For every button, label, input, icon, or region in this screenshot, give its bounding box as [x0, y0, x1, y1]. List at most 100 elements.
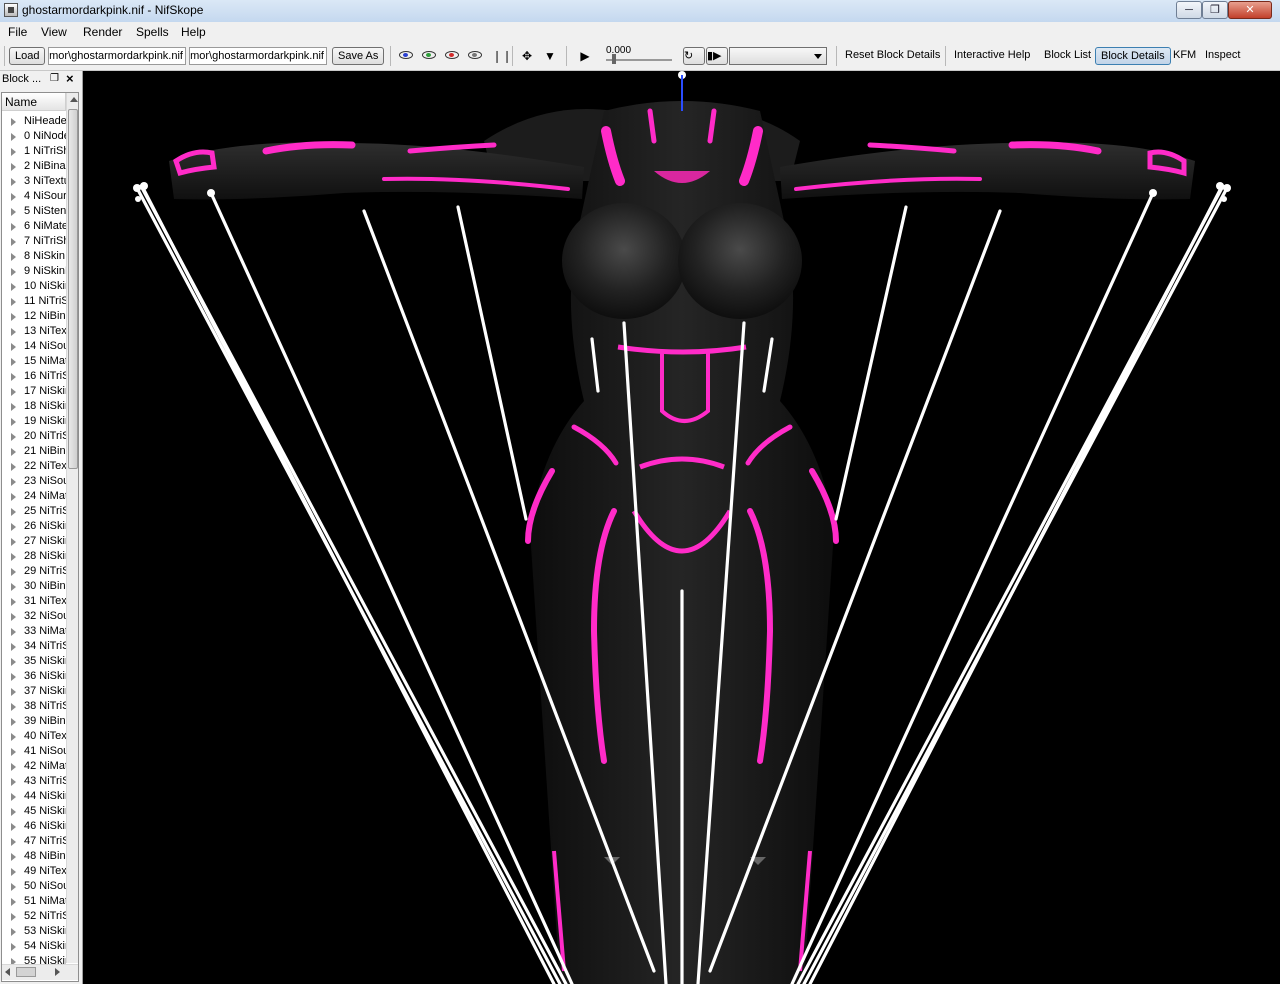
block-tree-row[interactable]: 8 NiSkinInstance	[2, 249, 66, 264]
block-tree-row[interactable]: 41 NiSourceTexture	[2, 744, 66, 759]
block-tree-row[interactable]: 21 NiBinaryExtraData	[2, 444, 66, 459]
block-tree-row[interactable]: 44 NiSkinInstance	[2, 789, 66, 804]
view-user-eye-icon[interactable]	[468, 51, 482, 59]
save-path-input[interactable]: C:\Users\Skyrim\Data\meshes\armor\ghosta…	[189, 47, 327, 65]
inspect-button[interactable]: Inspect	[1205, 49, 1240, 61]
block-tree-row[interactable]: 7 NiTriShape	[2, 234, 66, 249]
block-tree-row[interactable]: 27 NiSkinData	[2, 534, 66, 549]
block-tree-row[interactable]: 20 NiTriShapeData	[2, 429, 66, 444]
block-tree-row[interactable]: 14 NiSourceTexture	[2, 339, 66, 354]
transform-icon[interactable]: ✥	[519, 49, 535, 63]
block-tree-row[interactable]: 28 NiSkinPartition	[2, 549, 66, 564]
block-tree-row[interactable]: 6 NiMaterialProperty	[2, 219, 66, 234]
load-button[interactable]: Load	[9, 47, 46, 65]
float-dock-icon[interactable]: ❐	[50, 73, 59, 84]
animation-select[interactable]	[729, 47, 827, 65]
menu-file[interactable]: File	[8, 25, 27, 39]
block-tree-row[interactable]: 53 NiSkinInstance	[2, 924, 66, 939]
block-tree-row[interactable]: 24 NiMaterialProperty	[2, 489, 66, 504]
vertical-scrollbar[interactable]	[66, 93, 78, 963]
block-tree-row[interactable]: 54 NiSkinData	[2, 939, 66, 954]
interactive-help-button[interactable]: Interactive Help	[954, 49, 1030, 61]
horizontal-scrollbar[interactable]	[2, 964, 78, 980]
block-tree-row[interactable]: NiHeader	[2, 114, 66, 129]
block-tree-row[interactable]: 13 NiTexturingProperty	[2, 324, 66, 339]
block-tree-row[interactable]: 26 NiSkinInstance	[2, 519, 66, 534]
view-side-eye-icon[interactable]	[445, 51, 459, 59]
block-tree-row[interactable]: 0 NiNode	[2, 129, 66, 144]
time-slider-handle[interactable]	[612, 54, 616, 64]
block-tree-row[interactable]: 36 NiSkinData	[2, 669, 66, 684]
block-tree-row[interactable]: 48 NiBinaryExtraData	[2, 849, 66, 864]
block-tree-row[interactable]: 46 NiSkinPartition	[2, 819, 66, 834]
block-tree-row[interactable]: 43 NiTriShape	[2, 774, 66, 789]
toolbar-separator	[512, 46, 513, 66]
block-tree-row[interactable]: 4 NiSourceTexture	[2, 189, 66, 204]
menu-render[interactable]: Render	[83, 25, 122, 39]
block-tree-row[interactable]: 32 NiSourceTexture	[2, 609, 66, 624]
block-details-button[interactable]: Block Details	[1095, 47, 1171, 65]
block-tree-row[interactable]: 40 NiTexturingProperty	[2, 729, 66, 744]
kfm-button[interactable]: KFM	[1173, 49, 1196, 61]
play-icon[interactable]: ▶	[577, 49, 593, 63]
block-tree-row[interactable]: 39 NiBinaryExtraData	[2, 714, 66, 729]
vertical-scroll-thumb[interactable]	[68, 109, 78, 469]
block-tree-row[interactable]: 52 NiTriShape	[2, 909, 66, 924]
block-tree-row[interactable]: 47 NiTriShapeData	[2, 834, 66, 849]
block-tree-row[interactable]: 51 NiMaterialProperty	[2, 894, 66, 909]
block-tree-row[interactable]: 16 NiTriShape	[2, 369, 66, 384]
block-tree-row[interactable]: 49 NiTexturingProperty	[2, 864, 66, 879]
block-tree-row[interactable]: 3 NiTexturingProperty	[2, 174, 66, 189]
block-tree-row[interactable]: 29 NiTriShapeData	[2, 564, 66, 579]
block-tree-row[interactable]: 15 NiMaterialProperty	[2, 354, 66, 369]
block-tree-row[interactable]: 12 NiBinaryExtraData	[2, 309, 66, 324]
load-path-input[interactable]: C:\Users\Skyrim\Data\meshes\armor\ghosta…	[48, 47, 186, 65]
block-tree-row[interactable]: 33 NiMaterialProperty	[2, 624, 66, 639]
block-tree[interactable]: Name NiHeader0 NiNode1 NiTriShape2 NiBin…	[1, 92, 79, 982]
block-tree-row[interactable]: 19 NiSkinPartition	[2, 414, 66, 429]
menu-spells[interactable]: Spells	[136, 25, 169, 39]
column-header-name[interactable]: Name	[2, 93, 66, 111]
block-tree-row[interactable]: 45 NiSkinData	[2, 804, 66, 819]
block-tree-row[interactable]: 38 NiTriShapeData	[2, 699, 66, 714]
horizontal-scroll-thumb[interactable]	[16, 967, 36, 977]
close-dock-icon[interactable]: ×	[66, 71, 74, 86]
block-tree-row[interactable]: 10 NiSkinPartition	[2, 279, 66, 294]
block-tree-row[interactable]: 35 NiSkinInstance	[2, 654, 66, 669]
block-tree-row[interactable]: 31 NiTexturingProperty	[2, 594, 66, 609]
block-tree-row[interactable]: 37 NiSkinPartition	[2, 684, 66, 699]
block-tree-row[interactable]: 1 NiTriShape	[2, 144, 66, 159]
render-viewport[interactable]	[84, 71, 1280, 984]
scroll-right-icon[interactable]	[55, 968, 60, 976]
loop-button[interactable]: ↻	[683, 47, 705, 65]
walk-mode-icon[interactable]: ❘❘	[492, 49, 512, 63]
block-tree-row[interactable]: 11 NiTriShapeData	[2, 294, 66, 309]
block-tree-row[interactable]: 50 NiSourceTexture	[2, 879, 66, 894]
chevron-down-icon[interactable]: ▼	[542, 49, 558, 63]
minimize-button[interactable]: ─	[1176, 1, 1202, 19]
save-as-button[interactable]: Save As	[332, 47, 385, 65]
block-tree-row[interactable]: 18 NiSkinData	[2, 399, 66, 414]
block-tree-row[interactable]: 42 NiMaterialProperty	[2, 759, 66, 774]
view-top-eye-icon[interactable]	[399, 51, 413, 59]
reset-block-details-button[interactable]: Reset Block Details	[845, 49, 940, 61]
block-tree-row[interactable]: 22 NiTexturingProperty	[2, 459, 66, 474]
close-window-button[interactable]: ✕	[1228, 1, 1272, 19]
block-tree-row[interactable]: 30 NiBinaryExtraData	[2, 579, 66, 594]
block-tree-row[interactable]: 34 NiTriShape	[2, 639, 66, 654]
block-tree-row[interactable]: 9 NiSkinData	[2, 264, 66, 279]
menu-view[interactable]: View	[41, 25, 67, 39]
view-front-eye-icon[interactable]	[422, 51, 436, 59]
block-tree-row[interactable]: 2 NiBinaryExtraData	[2, 159, 66, 174]
block-tree-row[interactable]: 5 NiStencilProperty	[2, 204, 66, 219]
scroll-up-icon[interactable]	[70, 97, 78, 102]
switch-sequence-button[interactable]: ▮▶	[706, 47, 728, 65]
block-list-button[interactable]: Block List	[1044, 49, 1091, 61]
menu-help[interactable]: Help	[181, 25, 206, 39]
title-bar: ghostarmordarkpink.nif - NifSkope ─ ❐ ✕	[0, 0, 1280, 23]
maximize-button[interactable]: ❐	[1202, 1, 1228, 19]
block-tree-row[interactable]: 23 NiSourceTexture	[2, 474, 66, 489]
scroll-left-icon[interactable]	[5, 968, 10, 976]
block-tree-row[interactable]: 25 NiTriShape	[2, 504, 66, 519]
block-tree-row[interactable]: 17 NiSkinInstance	[2, 384, 66, 399]
